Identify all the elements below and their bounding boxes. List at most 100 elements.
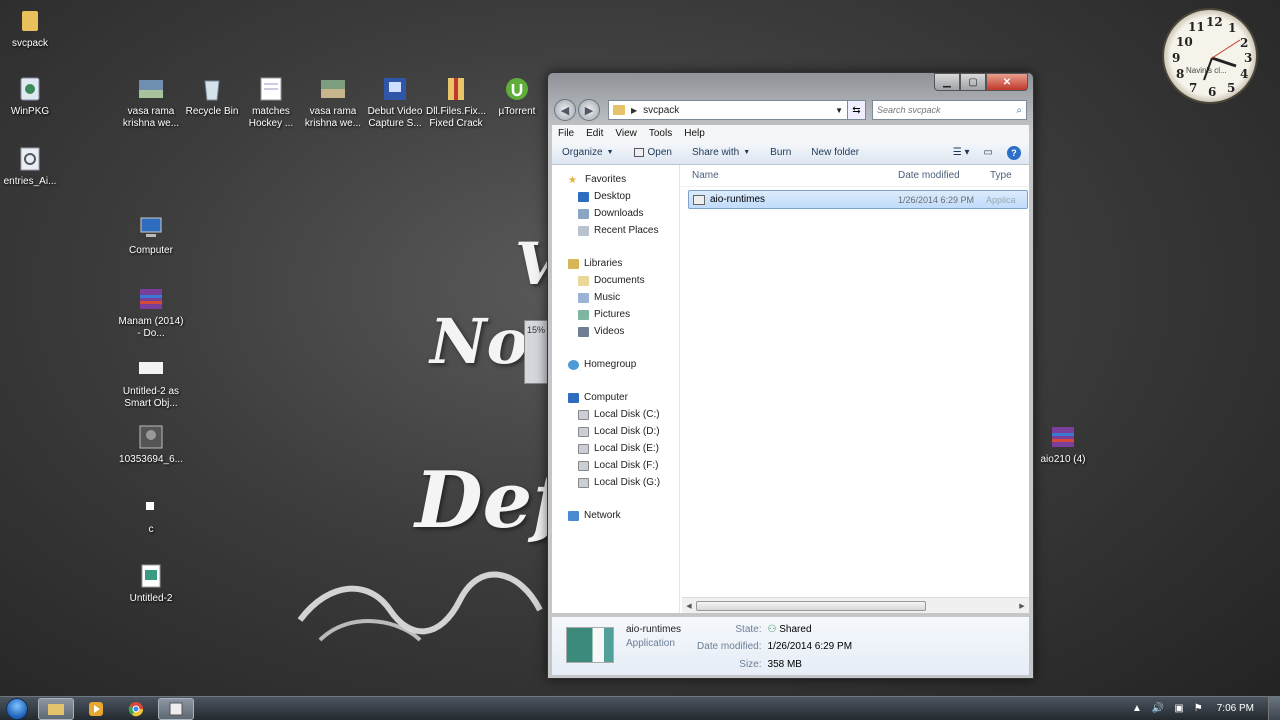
nav-libraries[interactable]: Libraries — [552, 255, 679, 272]
nav-network[interactable]: Network — [552, 507, 679, 524]
taskbar-explorer[interactable] — [38, 697, 74, 720]
desktop-icon-untitled2-smart[interactable]: Untitled-2 as Smart Obj... — [116, 356, 186, 410]
menu-help[interactable]: Help — [684, 128, 705, 139]
show-desktop-button[interactable] — [1268, 696, 1280, 720]
date-modified-value: 1/26/2014 6:29 PM — [767, 641, 853, 653]
state-text: Shared — [779, 624, 812, 635]
back-button[interactable]: ◀ — [554, 99, 576, 121]
nav-item-recent-places[interactable]: Recent Places — [552, 222, 679, 239]
desktop-icon-manam[interactable]: Manam (2014) - Do... — [116, 286, 186, 340]
nav-homegroup[interactable]: Homegroup — [552, 356, 679, 373]
tray-expand-icon[interactable]: ▲ — [1132, 703, 1142, 714]
nav-item-drive-f[interactable]: Local Disk (F:) — [552, 457, 679, 474]
desktop-icon-label: 10353694_6... — [119, 454, 183, 465]
pictures-icon — [578, 309, 589, 320]
scroll-left-icon[interactable]: ◀ — [682, 602, 696, 610]
taskbar-chrome[interactable] — [118, 698, 154, 720]
desktop-icon-utorrent[interactable]: µTorrent — [482, 76, 552, 118]
address-dropdown-icon[interactable]: ▼ — [835, 106, 843, 115]
column-name[interactable]: Name — [680, 170, 888, 181]
desktop-icon-winpkg[interactable]: WinPKG — [0, 76, 65, 118]
desktop-icon-matches[interactable]: matches Hockey ... — [236, 76, 306, 130]
start-button[interactable] — [0, 697, 34, 720]
taskbar-media-player[interactable] — [78, 698, 114, 720]
chevron-down-icon: ▼ — [743, 149, 751, 156]
desktop-icon-svcpack[interactable]: svcpack — [0, 8, 65, 50]
background-progress-window[interactable]: 15% — [524, 320, 548, 384]
help-icon[interactable]: ? — [1007, 145, 1021, 160]
nav-label: Recent Places — [594, 225, 659, 236]
address-bar[interactable]: ▶ svcpack ▼ — [608, 100, 848, 120]
new-folder-button[interactable]: New folder — [811, 147, 859, 158]
desktop-icon-debut[interactable]: Debut Video Capture S... — [360, 76, 430, 130]
menu-bar: File Edit View Tools Help — [552, 125, 1029, 141]
search-box[interactable]: ⌕ — [872, 100, 1027, 120]
nav-item-drive-g[interactable]: Local Disk (G:) — [552, 474, 679, 491]
close-button[interactable]: ✕ — [986, 73, 1028, 91]
file-date: 1/26/2014 6:29 PM — [898, 194, 975, 205]
taskbar-app[interactable] — [158, 697, 194, 720]
wallpaper-swirl — [297, 571, 543, 642]
desktop-icon-vasa2[interactable]: vasa rama krishna we... — [298, 76, 368, 130]
clock-gadget[interactable]: 12 1 2 3 4 5 6 7 8 9 10 11 Navin's cl... — [1162, 8, 1258, 104]
nav-item-drive-c[interactable]: Local Disk (C:) — [552, 406, 679, 423]
details-properties: State: ⚇ Shared Date modified: 1/26/2014… — [697, 617, 852, 675]
nav-favorites[interactable]: ★ Favorites — [552, 171, 679, 188]
view-options-icon[interactable]: ☰ ▾ — [953, 147, 970, 158]
menu-tools[interactable]: Tools — [649, 128, 672, 139]
breadcrumb-current[interactable]: svcpack — [643, 105, 679, 116]
menu-file[interactable]: File — [558, 128, 574, 139]
minimize-button[interactable]: ▁ — [934, 73, 960, 91]
utorrent-icon — [504, 76, 530, 102]
nav-item-documents[interactable]: Documents — [552, 272, 679, 289]
volume-icon[interactable]: 🔊 — [1152, 703, 1164, 714]
nav-item-music[interactable]: Music — [552, 289, 679, 306]
share-label: Share with — [691, 147, 740, 158]
desktop-icon-c[interactable]: c — [116, 494, 186, 536]
desktop-icon-10353694[interactable]: 10353694_6... — [116, 424, 186, 466]
image-file-icon — [138, 563, 164, 589]
drive-icon — [578, 477, 589, 488]
nav-item-videos[interactable]: Videos — [552, 323, 679, 340]
nav-item-desktop[interactable]: Desktop — [552, 188, 679, 205]
nav-computer[interactable]: Computer — [552, 389, 679, 406]
horizontal-scrollbar[interactable]: ◀ ▶ — [682, 597, 1029, 613]
search-input[interactable] — [877, 105, 1017, 115]
column-date-modified[interactable]: Date modified — [888, 170, 984, 181]
debut-capture-icon — [382, 76, 408, 102]
organize-button[interactable]: Organize ▼ — [562, 147, 614, 158]
network-icon — [568, 510, 579, 521]
scrollbar-thumb[interactable] — [696, 600, 926, 611]
preview-pane-icon[interactable]: ▭ — [984, 147, 993, 158]
details-file-kind: Application — [626, 638, 675, 649]
nav-item-downloads[interactable]: Downloads — [552, 205, 679, 222]
explorer-window[interactable]: ▁ ▢ ✕ ◀ ▶ ▶ svcpack ▼ ⇆ ⌕ File Edit View… — [547, 72, 1034, 679]
desktop-icon-entries[interactable]: entries_Ai... — [0, 146, 65, 188]
flag-icon[interactable]: ⚑ — [1194, 703, 1203, 714]
nav-item-drive-d[interactable]: Local Disk (D:) — [552, 423, 679, 440]
desktop-icon-computer[interactable]: Computer — [116, 215, 186, 257]
file-row[interactable]: aio-runtimes 1/26/2014 6:29 PM Applica — [688, 190, 1028, 209]
network-icon[interactable]: ▣ — [1174, 703, 1183, 714]
open-button[interactable]: Open — [633, 147, 672, 158]
clock-time[interactable]: 7:06 PM — [1217, 703, 1254, 714]
desktop-icon-untitled2[interactable]: Untitled-2 — [116, 563, 186, 605]
menu-view[interactable]: View — [615, 128, 637, 139]
menu-edit[interactable]: Edit — [586, 128, 603, 139]
nav-item-drive-e[interactable]: Local Disk (E:) — [552, 440, 679, 457]
burn-button[interactable]: Burn — [770, 147, 791, 158]
desktop-icon-vasa1[interactable]: vasa rama krishna we... — [116, 76, 186, 130]
desktop-icon-label: svcpack — [11, 38, 49, 49]
search-icon[interactable]: ⌕ — [1016, 105, 1022, 116]
photo-icon — [138, 424, 164, 450]
desktop-icon-dllfiles[interactable]: Dll.Files.Fix... Fixed Crack — [421, 76, 491, 130]
refresh-button[interactable]: ⇆ — [848, 100, 866, 120]
share-with-button[interactable]: Share with ▼ — [692, 147, 750, 158]
winrar-icon — [138, 286, 164, 312]
column-type[interactable]: Type — [984, 170, 1012, 181]
desktop-icon-aio210[interactable]: aio210 (4) — [1028, 424, 1098, 466]
nav-item-pictures[interactable]: Pictures — [552, 306, 679, 323]
maximize-button[interactable]: ▢ — [960, 73, 986, 91]
scroll-right-icon[interactable]: ▶ — [1015, 602, 1029, 610]
forward-button[interactable]: ▶ — [578, 99, 600, 121]
